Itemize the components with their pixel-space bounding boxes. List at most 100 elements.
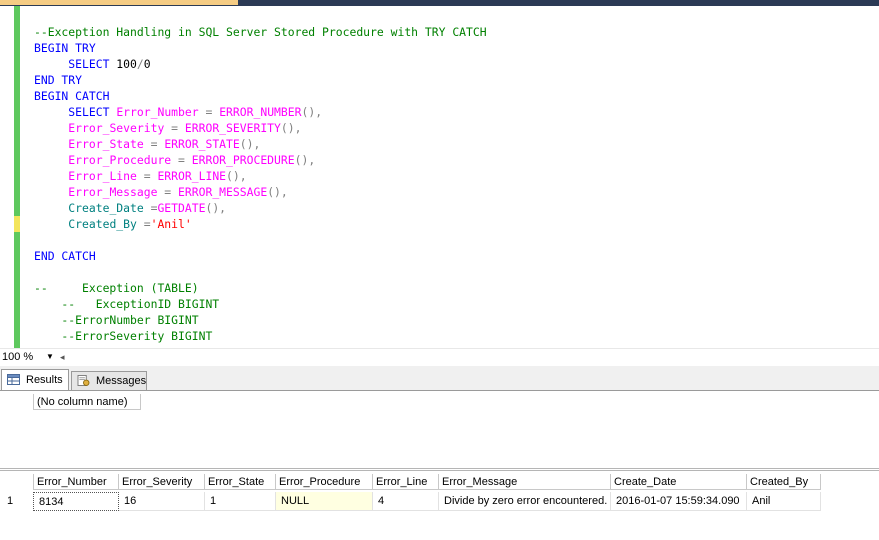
code-token: END CATCH: [34, 249, 96, 263]
code-token: Error_Procedure: [68, 153, 172, 167]
code-token: --ErrorNumber BIGINT: [34, 313, 199, 327]
code-line[interactable]: END TRY: [34, 72, 487, 88]
table-cell[interactable]: Anil: [747, 492, 821, 511]
code-token: 'Anil': [150, 217, 192, 231]
code-token: (),: [226, 169, 247, 183]
code-line[interactable]: Error_Severity = ERROR_SEVERITY(),: [34, 120, 487, 136]
column-header[interactable]: Created_By: [747, 474, 821, 490]
table-cell[interactable]: Divide by zero error encountered.: [439, 492, 611, 511]
code-line[interactable]: [34, 264, 487, 280]
code-token: Error_Severity: [68, 121, 165, 135]
code-line[interactable]: Error_Procedure = ERROR_PROCEDURE(),: [34, 152, 487, 168]
code-token: BEGIN TRY: [34, 41, 96, 55]
code-token: =: [136, 217, 151, 231]
code-line[interactable]: BEGIN TRY: [34, 40, 487, 56]
table-cell[interactable]: 8134: [33, 492, 119, 511]
code-token: END TRY: [34, 73, 83, 87]
editor-margin: [0, 6, 14, 348]
row-number[interactable]: 1: [0, 492, 33, 511]
code-token: -- ExceptionID BIGINT: [34, 297, 220, 311]
table-cell[interactable]: 4: [373, 492, 439, 511]
code-token: =: [164, 121, 185, 135]
code-line[interactable]: -- ExceptionID BIGINT: [34, 296, 487, 312]
code-token: BEGIN CATCH: [34, 89, 110, 103]
code-token: ERROR_NUMBER: [219, 105, 302, 119]
scroll-left-icon[interactable]: ◂: [60, 349, 65, 365]
code-token: /: [136, 57, 144, 71]
code-token: (),: [294, 153, 316, 167]
code-line[interactable]: Error_Message = ERROR_MESSAGE(),: [34, 184, 487, 200]
code-line[interactable]: --ErrorSeverity BIGINT: [34, 328, 487, 344]
code-token: --ErrorSeverity BIGINT: [34, 329, 213, 343]
chevron-down-icon: ▼: [46, 352, 54, 361]
code-token: (),: [280, 121, 302, 135]
query-editor[interactable]: --Exception Handling in SQL Server Store…: [0, 6, 879, 348]
code-token: Created_By: [68, 217, 137, 231]
grid-icon: [7, 374, 20, 385]
code-line[interactable]: --Exception Handling in SQL Server Store…: [34, 24, 487, 40]
column-header[interactable]: Error_Procedure: [276, 474, 373, 490]
zoom-select[interactable]: 100 % ▼: [0, 349, 56, 365]
code-token: ERROR_MESSAGE: [178, 185, 268, 199]
result-grid-1[interactable]: (No column name): [0, 391, 879, 469]
code-token: =: [136, 169, 158, 183]
code-token: (),: [267, 185, 288, 199]
code-token: SELECT: [68, 105, 110, 119]
tab-messages[interactable]: Messages: [71, 371, 147, 390]
code-line[interactable]: SELECT Error_Number = ERROR_NUMBER(),: [34, 104, 487, 120]
table-cell[interactable]: NULL: [276, 492, 373, 511]
code-token: 100: [109, 57, 137, 71]
column-header[interactable]: Create_Date: [611, 474, 747, 490]
code-token: =: [198, 105, 220, 119]
tab-results-label: Results: [26, 374, 63, 386]
column-header[interactable]: Error_Severity: [119, 474, 205, 490]
result-grid-2[interactable]: Error_Number Error_Severity Error_State Err…: [0, 470, 879, 540]
results-tab-bar: Results Messages: [0, 366, 879, 391]
code-token: -- Exception (TABLE): [34, 281, 199, 295]
column-header[interactable]: Error_State: [205, 474, 276, 490]
unsaved-change-marker: [14, 216, 20, 232]
active-document-tab[interactable]: [0, 0, 238, 5]
code-token: Error_Message: [68, 185, 158, 199]
code-line[interactable]: Error_State = ERROR_STATE(),: [34, 136, 487, 152]
table-cell[interactable]: 1: [205, 492, 276, 511]
code-line[interactable]: Created_By ='Anil': [34, 216, 487, 232]
code-line[interactable]: Create_Date =GETDATE(),: [34, 200, 487, 216]
change-tracking-bar: [14, 6, 20, 348]
code-token: (),: [301, 105, 323, 119]
messages-icon: [77, 375, 90, 386]
code-line[interactable]: --ErrorNumber BIGINT: [34, 312, 487, 328]
zoom-bar: 100 % ▼ ◂: [0, 348, 879, 366]
code-line[interactable]: Error_Line = ERROR_LINE(),: [34, 168, 487, 184]
column-header[interactable]: Error_Line: [373, 474, 439, 490]
code-token: Error_State: [68, 137, 144, 151]
code-line[interactable]: END CATCH: [34, 248, 487, 264]
code-token: =: [143, 137, 165, 151]
table-cell[interactable]: 16: [119, 492, 205, 511]
code-line[interactable]: BEGIN CATCH: [34, 88, 487, 104]
column-header[interactable]: Error_Number: [33, 474, 119, 490]
code-token: =: [143, 201, 158, 215]
code-token: Create_Date: [68, 201, 144, 215]
tab-results[interactable]: Results: [1, 369, 69, 390]
tab-messages-label: Messages: [96, 375, 147, 387]
code-line[interactable]: -- Exception (TABLE): [34, 280, 487, 296]
sql-code[interactable]: --Exception Handling in SQL Server Store…: [34, 24, 487, 344]
code-token: (),: [239, 137, 261, 151]
code-line[interactable]: [34, 232, 487, 248]
table-cell[interactable]: 2016-01-07 15:59:34.090: [611, 492, 747, 511]
code-line[interactable]: SELECT 100/0: [34, 56, 487, 72]
column-header[interactable]: (No column name): [33, 394, 141, 410]
code-token: =: [157, 185, 179, 199]
column-header[interactable]: Error_Message: [439, 474, 611, 490]
code-token: ERROR_STATE: [164, 137, 240, 151]
code-token: Error_Line: [68, 169, 137, 183]
